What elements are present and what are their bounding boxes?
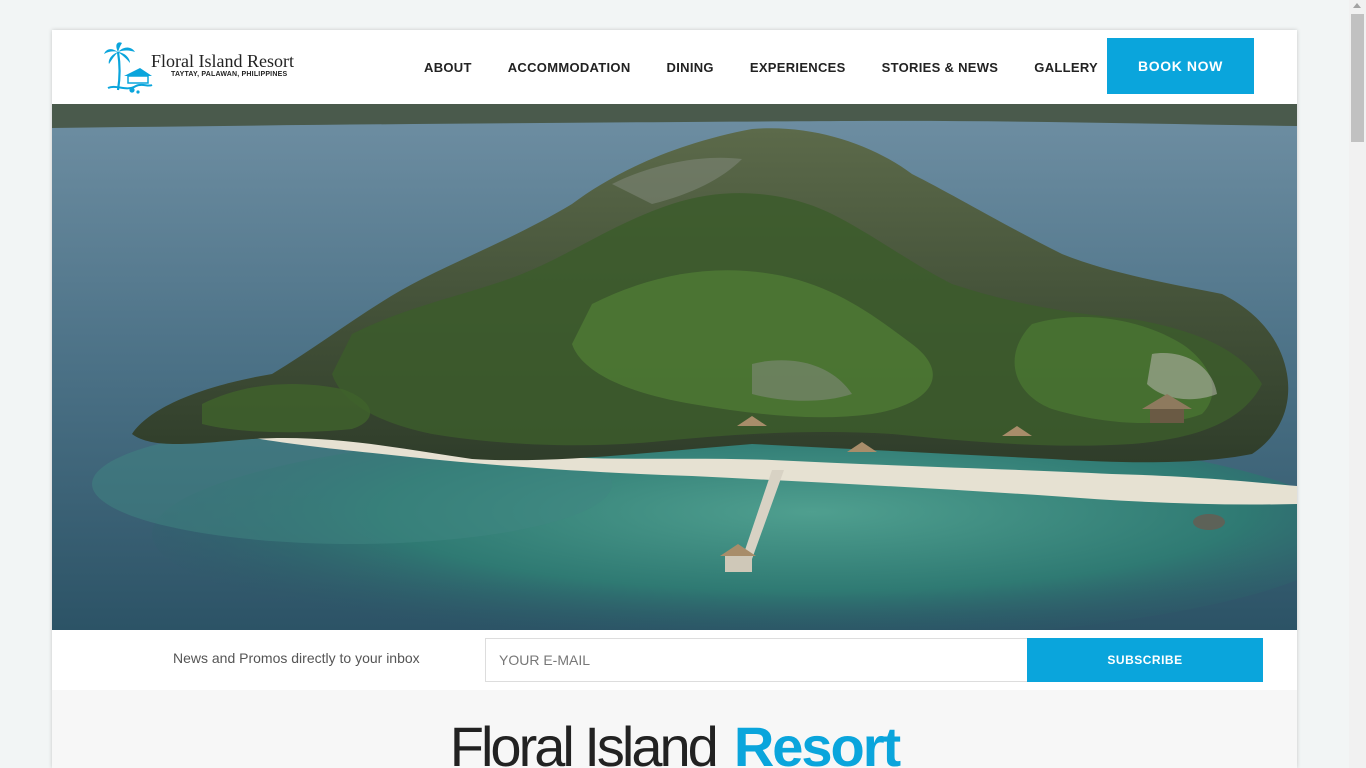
brand-name: Floral Island Resort [151, 51, 294, 71]
nav-about[interactable]: ABOUT [424, 60, 472, 75]
nav-gallery[interactable]: GALLERY [1034, 60, 1098, 75]
island-aerial-illustration [52, 104, 1297, 630]
intro-section: Floral Island Resort [52, 690, 1297, 768]
scrollbar[interactable] [1349, 0, 1366, 768]
brand-tagline: TAYTAY, PALAWAN, PHILIPPINES [171, 71, 288, 78]
main-nav: ABOUT ACCOMMODATION DINING EXPERIENCES S… [424, 30, 1134, 104]
page-container: Floral Island Resort TAYTAY, PALAWAN, PH… [52, 30, 1297, 768]
hero-image [52, 104, 1297, 630]
nav-accommodation[interactable]: ACCOMMODATION [508, 60, 631, 75]
book-now-button[interactable]: BOOK NOW [1107, 38, 1254, 94]
nav-dining[interactable]: DINING [667, 60, 714, 75]
subscribe-button[interactable]: SUBSCRIBE [1027, 638, 1263, 682]
intro-title: Floral Island Resort [52, 712, 1297, 768]
logo[interactable]: Floral Island Resort TAYTAY, PALAWAN, PH… [104, 42, 324, 94]
intro-title-part1: Floral Island [449, 715, 719, 768]
palm-tree-logo-icon [104, 42, 153, 94]
newsletter-bar: News and Promos directly to your inbox S… [52, 630, 1297, 690]
scroll-up-arrow-icon[interactable] [1353, 3, 1361, 8]
newsletter-text: News and Promos directly to your inbox [173, 650, 420, 666]
email-input[interactable] [485, 638, 1028, 682]
scroll-thumb[interactable] [1351, 14, 1364, 142]
nav-experiences[interactable]: EXPERIENCES [750, 60, 846, 75]
intro-title-part2: Resort [733, 715, 901, 768]
site-header: Floral Island Resort TAYTAY, PALAWAN, PH… [52, 30, 1297, 104]
nav-stories-news[interactable]: STORIES & NEWS [882, 60, 999, 75]
